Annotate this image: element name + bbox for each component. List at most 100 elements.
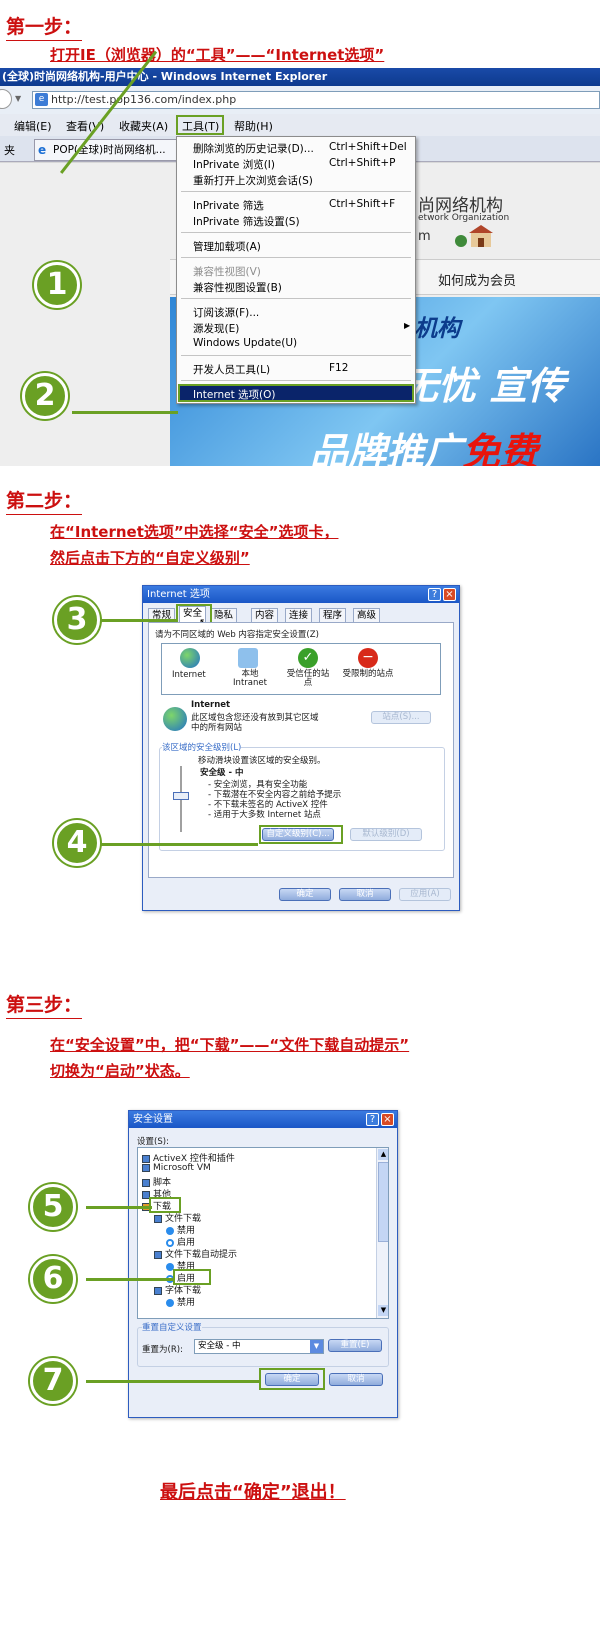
- sites-button[interactable]: 站点(S)...: [371, 711, 431, 724]
- dd-separator: [181, 298, 411, 299]
- dd-dev-tools-shortcut: F12: [329, 362, 349, 374]
- zone-trusted[interactable]: 受信任的站点: [284, 670, 332, 688]
- security-settings-dialog: 安全设置 ? × 设置(S): ActiveX 控件和插件 Microsoft …: [128, 1110, 398, 1418]
- dd-internet-options[interactable]: Internet 选项(O): [178, 384, 414, 402]
- submenu-arrow-icon: ▶: [404, 321, 411, 330]
- dd-reopen-session[interactable]: 重新打开上次浏览会话(S): [193, 173, 313, 188]
- dd-feed-discovery[interactable]: 源发现(E): [193, 321, 239, 336]
- scroll-thumb[interactable]: [378, 1162, 388, 1242]
- dd-compat-settings[interactable]: 兼容性视图设置(B): [193, 280, 282, 295]
- custom-level-highlight: [259, 825, 343, 844]
- marker-4: 4: [54, 820, 100, 866]
- settings-label: 设置(S):: [137, 1137, 169, 1147]
- tab-programs[interactable]: 程序: [319, 608, 346, 622]
- favorites-fragment: 夹: [4, 144, 15, 157]
- close-button[interactable]: ×: [443, 588, 456, 601]
- tab-content[interactable]: 内容: [251, 608, 278, 622]
- reset-select[interactable]: 安全级 - 中 ▼: [194, 1339, 324, 1354]
- tab-label: POP(全球)时尚网络机...: [53, 144, 166, 156]
- step1-label: 第一步：: [6, 12, 83, 41]
- banner-text-2: 无忧 宣传: [400, 364, 566, 408]
- zone-restricted[interactable]: 受限制的站点: [342, 670, 394, 679]
- ie-title-bar: (全球)时尚网络机构-用户中心 - Windows Internet Explo…: [0, 68, 600, 86]
- tab-connections[interactable]: 连接: [285, 608, 312, 622]
- dialog-title-bar: Internet 选项: [143, 586, 459, 603]
- marker-1: 1: [34, 262, 80, 308]
- menu-edit[interactable]: 编辑(E): [14, 118, 52, 134]
- dialog-title-bar: 安全设置: [129, 1111, 397, 1128]
- dd-separator: [181, 257, 411, 258]
- help-button[interactable]: ?: [428, 588, 441, 601]
- level-group-label: 该区域的安全级别(L): [162, 741, 242, 753]
- reset-button[interactable]: 重置(E): [328, 1339, 382, 1352]
- zone-intranet[interactable]: 本地 Intranet: [232, 670, 268, 688]
- enable-highlight: [173, 1269, 211, 1285]
- dd-separator: [181, 191, 411, 192]
- dd-inprivate-filter[interactable]: InPrivate 筛选: [193, 198, 264, 213]
- step2-instruction-1: 在“Internet选项”中选择“安全”选项卡，: [50, 523, 339, 541]
- tree-scrollbar[interactable]: ▲ ▼: [376, 1148, 388, 1318]
- file-download-icon: [154, 1214, 162, 1223]
- select-arrow-icon: ▼: [310, 1340, 323, 1353]
- final-instruction: 最后点击“确定”退出！: [160, 1482, 346, 1503]
- dd-inprivate-browse[interactable]: InPrivate 浏览(I): [193, 157, 275, 172]
- dd-windows-update[interactable]: Windows Update(U): [193, 337, 297, 349]
- close-button[interactable]: ×: [381, 1113, 394, 1126]
- tree-msvm-label: Microsoft VM: [153, 1163, 211, 1173]
- dd-inprivate-filter-settings[interactable]: InPrivate 筛选设置(S): [193, 214, 300, 229]
- level-slider-thumb[interactable]: [173, 792, 189, 800]
- zone-internet[interactable]: Internet: [172, 670, 206, 680]
- dd-manage-addons[interactable]: 管理加载项(A): [193, 239, 261, 254]
- step2-instruction-2: 然后点击下方的“自定义级别”: [50, 549, 250, 567]
- restricted-icon[interactable]: −: [358, 648, 378, 668]
- cancel-button[interactable]: 取消: [339, 888, 391, 901]
- cancel-button[interactable]: 取消: [329, 1373, 383, 1386]
- tab-advanced[interactable]: 高级: [353, 608, 380, 622]
- help-button[interactable]: ?: [366, 1113, 379, 1126]
- zone-prompt: 请为不同区域的 Web 内容指定安全设置(Z): [155, 630, 319, 640]
- banner-text-3a: 品牌推广: [310, 430, 463, 466]
- internet-globe-icon[interactable]: [180, 648, 200, 668]
- dialog-title: Internet 选项: [147, 589, 210, 600]
- ok-button[interactable]: 确定: [279, 888, 331, 901]
- intranet-icon[interactable]: [238, 648, 258, 668]
- browser-tab[interactable]: e POP(全球)时尚网络机...: [34, 139, 184, 161]
- activex-icon: [142, 1154, 150, 1163]
- dd-compat-view: 兼容性视图(V): [193, 266, 261, 278]
- tab-privacy[interactable]: 隐私: [210, 608, 237, 622]
- marker-3: 3: [54, 597, 100, 643]
- tab-panel: 请为不同区域的 Web 内容指定安全设置(Z) Internet 本地 Intr…: [148, 622, 454, 878]
- marker-5: 5: [30, 1184, 76, 1230]
- reset-group: 重置自定义设置 重置为(R): 安全级 - 中 ▼ 重置(E): [137, 1321, 389, 1367]
- marker-2: 2: [22, 373, 68, 419]
- download-highlight: [149, 1197, 181, 1213]
- ie-page-icon: e: [35, 93, 48, 106]
- ie-tab-icon: e: [38, 143, 47, 157]
- tree-msvm[interactable]: Microsoft VM: [142, 1163, 211, 1173]
- scroll-up-icon[interactable]: ▲: [378, 1149, 388, 1160]
- nav-member[interactable]: 如何成为会员: [438, 270, 516, 289]
- menu-favorites[interactable]: 收藏夹(A): [119, 118, 168, 134]
- scroll-down-icon[interactable]: ▼: [378, 1305, 388, 1316]
- dd-subscribe-feed[interactable]: 订阅该源(F)...: [193, 305, 259, 320]
- dd-delete-history[interactable]: 删除浏览的历史记录(D)...: [193, 141, 314, 156]
- tree-font-disable[interactable]: 禁用: [166, 1295, 195, 1308]
- house-logo-icon: [455, 223, 503, 249]
- dd-dev-tools[interactable]: 开发人员工具(L): [193, 362, 270, 377]
- dialog-title: 安全设置: [133, 1114, 173, 1125]
- apply-button: 应用(A): [399, 888, 451, 901]
- dropdown-arrow-icon[interactable]: ▼: [15, 94, 21, 103]
- banner-text-3b: 免费: [462, 430, 539, 466]
- settings-tree: ActiveX 控件和插件 Microsoft VM 脚本 其他 下载 文件下载…: [137, 1147, 389, 1319]
- ie-address-bar: ▼ e http://test.pop136.com/index.php: [0, 86, 600, 114]
- banner-text-3: 品牌推广免费: [310, 421, 538, 466]
- back-button[interactable]: [0, 89, 12, 109]
- default-level-button: 默认级别(D): [350, 828, 422, 841]
- trusted-check-icon[interactable]: ✓: [298, 648, 318, 668]
- zone-desc-2: 中的所有网站: [191, 723, 243, 733]
- level-name: 安全级 - 中: [200, 768, 244, 778]
- menu-help[interactable]: 帮助(H): [234, 118, 273, 134]
- dd-separator: [181, 232, 411, 233]
- step3-instruction-1: 在“安全设置”中，把“下载”——“文件下载自动提示”: [50, 1036, 410, 1054]
- marker2-line: [72, 411, 178, 414]
